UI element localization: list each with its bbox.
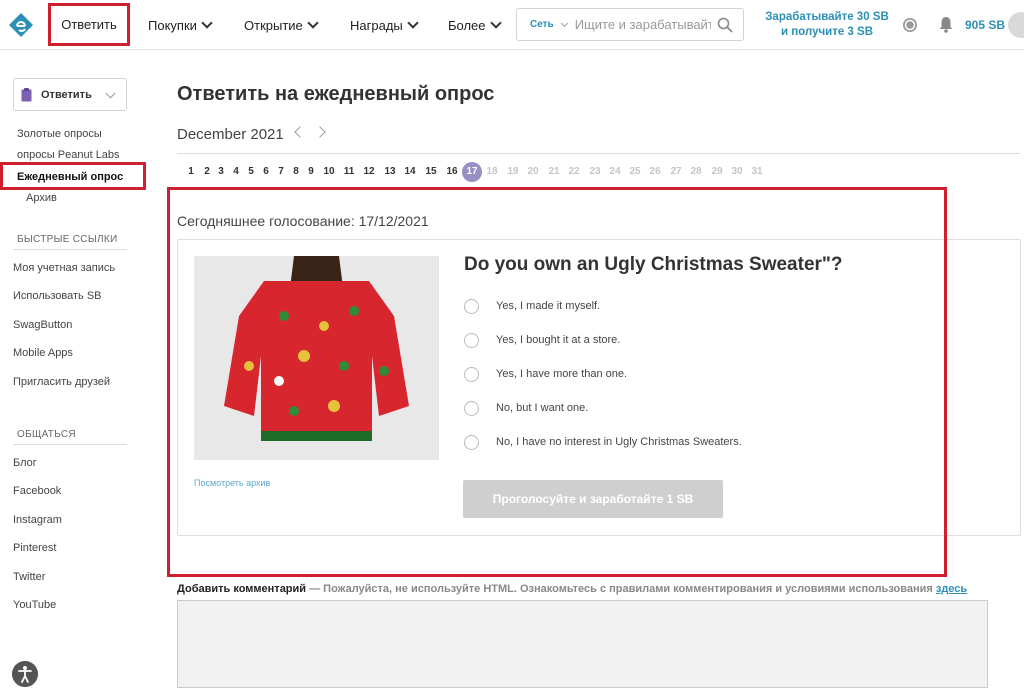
clipboard-icon (21, 87, 32, 101)
comment-input[interactable] (177, 600, 988, 688)
sidebar-item-mobile-apps[interactable]: Mobile Apps (13, 347, 73, 359)
calendar-day[interactable]: 12 (360, 166, 378, 177)
divider (13, 249, 127, 250)
chevron-down-icon (201, 16, 213, 29)
social-header: ОБЩАТЬСЯ (17, 429, 76, 440)
earn-promo-line2: и получите 3 SB (780, 26, 874, 38)
calendar-day[interactable]: 14 (401, 166, 419, 177)
answer-section-dropdown[interactable]: Ответить (13, 78, 127, 111)
calendar-day: 29 (711, 166, 723, 177)
sidebar-item-swagbutton[interactable]: SwagButton (13, 319, 72, 331)
comment-label: Добавить комментарий — Пожалуйста, не ис… (177, 583, 967, 595)
calendar-day: 25 (629, 166, 641, 177)
sidebar-item-instagram[interactable]: Instagram (13, 514, 62, 526)
coin-icon[interactable] (902, 17, 918, 33)
sidebar-item-gold-surveys[interactable]: Золотые опросы (17, 128, 102, 140)
calendar-day: 31 (751, 166, 763, 177)
avatar[interactable] (1008, 12, 1024, 38)
nav-answer-tab[interactable]: Ответить (48, 3, 130, 46)
calendar-day: 20 (527, 166, 539, 177)
top-navigation: Ответить Покупки Открытие Награды Более … (0, 0, 1024, 50)
calendar-day[interactable]: 13 (381, 166, 399, 177)
sidebar-item-invite-friends[interactable]: Пригласить друзей (13, 376, 110, 388)
calendar-day[interactable]: 10 (320, 166, 338, 177)
calendar-day: 18 (486, 166, 498, 177)
accessibility-icon[interactable] (12, 661, 38, 687)
page-title: Ответить на ежедневный опрос (177, 83, 495, 105)
sidebar-item-my-account[interactable]: Моя учетная запись (13, 262, 115, 274)
nav-answer-label: Ответить (61, 17, 117, 32)
sidebar-item-daily-poll[interactable]: Ежедневный опрос (17, 171, 123, 183)
nav-more-label: Более (448, 17, 486, 33)
calendar-day: 23 (589, 166, 601, 177)
calendar-day[interactable]: 15 (422, 166, 440, 177)
search-scope-select[interactable]: Сеть (530, 19, 554, 30)
chevron-left-icon[interactable] (294, 126, 306, 138)
sidebar-item-archive[interactable]: Архив (26, 192, 57, 204)
calendar-day: 19 (507, 166, 519, 177)
chevron-down-icon[interactable] (560, 19, 568, 27)
calendar-day: 28 (690, 166, 702, 177)
sidebar-item-pinterest[interactable]: Pinterest (13, 542, 56, 554)
nav-rewards-label: Награды (350, 17, 403, 33)
comment-rules-link[interactable]: здесь (936, 583, 967, 595)
divider (177, 153, 1020, 154)
nav-discover-label: Открытие (244, 17, 303, 33)
search-icon[interactable] (717, 17, 733, 33)
sidebar-item-blog[interactable]: Блог (13, 457, 37, 469)
comment-title: Добавить комментарий (177, 583, 307, 595)
sidebar-item-peanut-labs[interactable]: опросы Peanut Labs (17, 149, 120, 161)
poll-highlight (167, 187, 947, 577)
search-input[interactable] (574, 17, 711, 32)
sb-balance[interactable]: 905 SB (965, 18, 1005, 32)
nav-more-menu[interactable]: Более (448, 0, 502, 50)
calendar-day: 24 (609, 166, 621, 177)
calendar-month: December 2021 (177, 126, 284, 143)
divider (13, 444, 127, 445)
nav-rewards-menu[interactable]: Награды (350, 0, 419, 50)
nav-shopping-label: Покупки (148, 17, 197, 33)
sidebar-item-twitter[interactable]: Twitter (13, 571, 45, 583)
calendar-day: 21 (548, 166, 560, 177)
swagbucks-logo-icon[interactable] (8, 12, 34, 38)
calendar-day: 30 (731, 166, 743, 177)
earn-promo-link[interactable]: Зарабатывайте 30 SB и получите 3 SB (756, 10, 898, 40)
calendar-day: 22 (568, 166, 580, 177)
search-bar: Сеть (516, 8, 744, 41)
chevron-right-icon[interactable] (314, 126, 326, 138)
calendar-day: 27 (670, 166, 682, 177)
sidebar-item-facebook[interactable]: Facebook (13, 485, 61, 497)
chevron-down-icon (307, 16, 319, 29)
bell-icon[interactable] (938, 16, 954, 33)
quick-links-header: БЫСТРЫЕ ССЫЛКИ (17, 234, 118, 245)
sidebar-item-youtube[interactable]: YouTube (13, 599, 56, 611)
earn-promo-line1: Зарабатывайте 30 SB (765, 11, 889, 23)
calendar-day[interactable]: 9 (302, 166, 320, 177)
calendar-day[interactable]: 16 (443, 166, 461, 177)
calendar-day-today[interactable]: 17 (462, 162, 482, 182)
chevron-down-icon (105, 88, 116, 99)
dropdown-label: Ответить (41, 88, 92, 101)
nav-shopping-menu[interactable]: Покупки (148, 0, 213, 50)
chevron-down-icon (489, 16, 502, 29)
calendar-day: 26 (649, 166, 661, 177)
chevron-down-icon (407, 16, 419, 29)
nav-discover-menu[interactable]: Открытие (244, 0, 319, 50)
comment-note: — Пожалуйста, не используйте HTML. Ознак… (306, 583, 936, 595)
sidebar-item-redeem-sb[interactable]: Использовать SB (13, 290, 102, 302)
calendar-day[interactable]: 11 (340, 166, 358, 177)
